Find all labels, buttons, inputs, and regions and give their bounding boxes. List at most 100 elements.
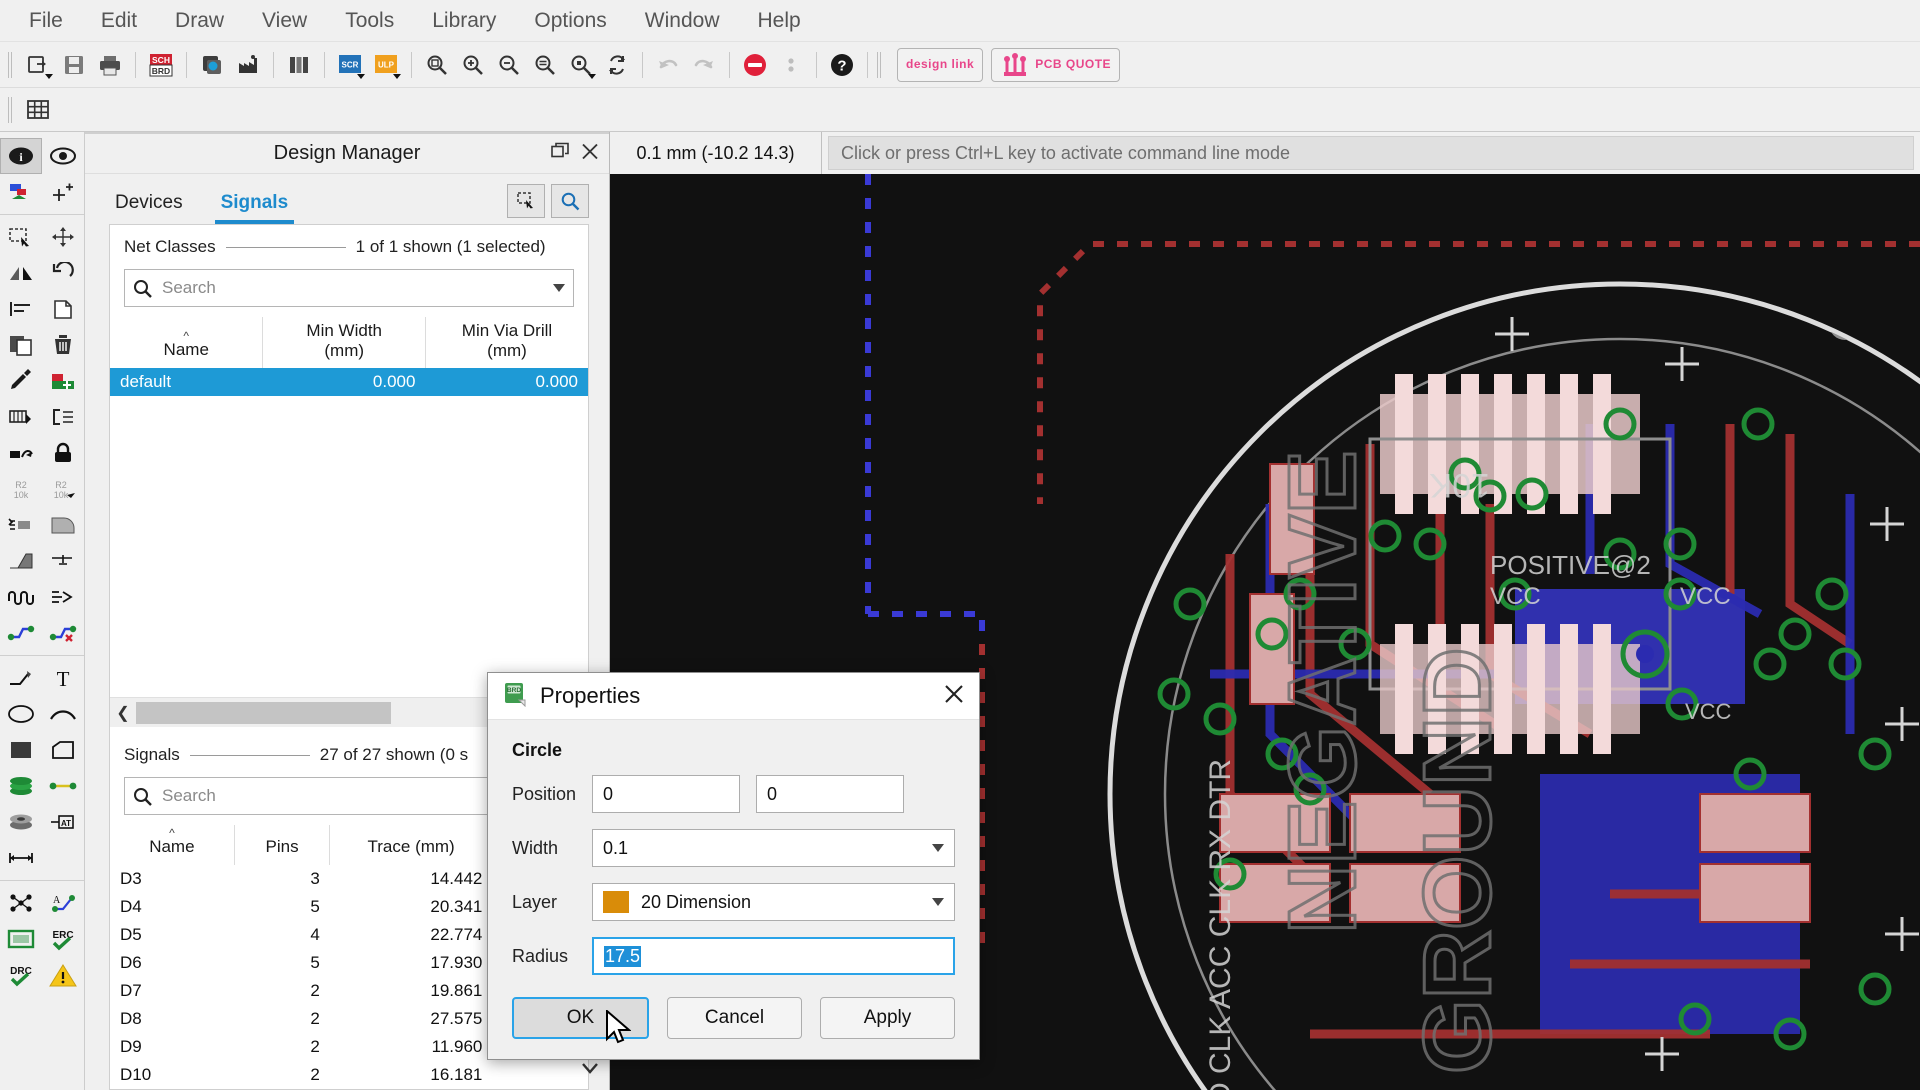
change-icon[interactable] — [0, 363, 42, 399]
search-filter-icon[interactable] — [551, 184, 589, 218]
align-icon[interactable] — [0, 291, 42, 327]
menu-item-window[interactable]: Window — [626, 5, 739, 37]
show-icon[interactable] — [42, 138, 84, 174]
split-icon[interactable] — [0, 543, 42, 579]
grid-icon[interactable] — [20, 93, 56, 127]
menu-item-options[interactable]: Options — [515, 5, 625, 37]
mark-icon[interactable] — [42, 174, 84, 210]
print-icon[interactable] — [92, 48, 128, 82]
layers-icon[interactable] — [194, 48, 230, 82]
column-header-trace[interactable]: Trace (mm) — [329, 825, 493, 865]
menu-item-draw[interactable]: Draw — [156, 5, 243, 37]
attribute-icon[interactable]: R2 10k — [42, 471, 84, 507]
close-icon[interactable] — [943, 683, 965, 710]
add-part-icon[interactable] — [42, 363, 84, 399]
dimension-icon[interactable] — [0, 840, 42, 876]
drc-icon[interactable]: DRC — [0, 957, 42, 993]
menu-item-file[interactable]: File — [10, 5, 82, 37]
close-icon[interactable] — [581, 142, 599, 165]
layer-dropdown[interactable]: 20 Dimension — [592, 883, 955, 921]
copy-icon[interactable] — [42, 291, 84, 327]
undo-icon[interactable] — [650, 48, 686, 82]
optimize-icon[interactable] — [42, 543, 84, 579]
zoom-in-icon[interactable] — [455, 48, 491, 82]
display-layers-icon[interactable] — [0, 174, 42, 210]
cam-processor-icon[interactable] — [230, 48, 266, 82]
scroll-left-icon[interactable]: ❮ — [110, 703, 136, 723]
toolbar-drag-handle-2[interactable] — [877, 51, 883, 78]
chevron-down-icon[interactable] — [553, 284, 565, 292]
rectangle-icon[interactable] — [0, 732, 42, 768]
replace-icon[interactable] — [0, 399, 42, 435]
menu-item-view[interactable]: View — [243, 5, 326, 37]
board-outline-icon[interactable] — [0, 921, 42, 957]
refresh-icon[interactable] — [599, 48, 635, 82]
lock-icon[interactable] — [42, 435, 84, 471]
radius-input[interactable]: 17.5 — [592, 937, 955, 975]
menu-item-tools[interactable]: Tools — [326, 5, 413, 37]
chevron-down-icon[interactable] — [932, 844, 944, 852]
round-icon[interactable] — [42, 507, 84, 543]
smash-icon[interactable] — [0, 435, 42, 471]
ratsnest-icon[interactable] — [42, 579, 84, 615]
tab-devices[interactable]: Devices — [109, 192, 189, 224]
erc-icon[interactable]: ERC — [42, 921, 84, 957]
restore-icon[interactable] — [551, 142, 569, 165]
scrollbar-thumb[interactable] — [136, 701, 391, 724]
position-y-input[interactable]: 0 — [756, 775, 904, 813]
apply-button[interactable]: Apply — [820, 997, 955, 1039]
wire-icon[interactable] — [0, 660, 42, 696]
zoom-select-icon[interactable] — [527, 48, 563, 82]
column-header-name[interactable]: ^ Name — [110, 825, 235, 865]
library-icon[interactable] — [281, 48, 317, 82]
cancel-button[interactable]: Cancel — [667, 997, 802, 1039]
zoom-fit-icon[interactable] — [419, 48, 455, 82]
command-line-input[interactable]: Click or press Ctrl+L key to activate co… — [828, 136, 1914, 170]
via-icon[interactable] — [0, 768, 42, 804]
route-icon[interactable] — [0, 615, 42, 651]
text-icon[interactable]: T — [42, 660, 84, 696]
warning-icon[interactable] — [42, 957, 84, 993]
autorouter-icon[interactable] — [0, 885, 42, 921]
stop-icon[interactable] — [737, 48, 773, 82]
select-filter-icon[interactable] — [507, 184, 545, 218]
open-project-icon[interactable] — [20, 48, 56, 82]
name-icon[interactable] — [42, 399, 84, 435]
info-icon[interactable]: i — [0, 138, 42, 174]
zoom-redraw-icon[interactable] — [563, 48, 599, 82]
polygon-icon[interactable] — [42, 732, 84, 768]
column-header-pins[interactable]: Pins — [234, 825, 331, 865]
menu-item-help[interactable]: Help — [739, 5, 820, 37]
menu-item-library[interactable]: Library — [413, 5, 515, 37]
signal-icon[interactable] — [42, 768, 84, 804]
redo-icon[interactable] — [686, 48, 722, 82]
pcb-quote-button[interactable]: PCB QUOTE — [991, 47, 1121, 82]
column-header-name[interactable]: ^ Name — [110, 317, 264, 369]
mirror-icon[interactable] — [0, 255, 42, 291]
design-link-button[interactable]: design link — [897, 47, 984, 82]
table-row[interactable]: default 0.000 0.000 — [110, 368, 588, 397]
chevron-down-icon[interactable] — [932, 898, 944, 906]
group-icon[interactable] — [0, 219, 42, 255]
width-dropdown[interactable]: 0.1 — [592, 829, 955, 867]
ripup-icon[interactable] — [42, 615, 84, 651]
menu-item-edit[interactable]: Edit — [82, 5, 156, 37]
text-pad-icon[interactable]: AT — [42, 804, 84, 840]
toolbar2-drag-handle[interactable] — [8, 96, 14, 123]
save-icon[interactable] — [56, 48, 92, 82]
rotate-icon[interactable] — [42, 255, 84, 291]
value-icon[interactable]: R2 10k — [0, 471, 42, 507]
help-icon[interactable]: ? — [824, 48, 860, 82]
miter-icon[interactable] — [0, 507, 42, 543]
ulp-icon[interactable]: ULP — [368, 48, 404, 82]
sch-brd-switch-icon[interactable]: SCH BRD — [143, 48, 179, 82]
delete-icon[interactable] — [42, 327, 84, 363]
column-header-min-via-drill[interactable]: Min Via Drill (mm) — [425, 317, 588, 368]
column-header-min-width[interactable]: Min Width (mm) — [262, 317, 426, 369]
move-icon[interactable] — [42, 219, 84, 255]
script-icon[interactable]: SCR — [332, 48, 368, 82]
zoom-out-icon[interactable] — [491, 48, 527, 82]
table-row[interactable]: D10 2 16.181 — [110, 1061, 588, 1089]
toolbar-drag-handle[interactable] — [8, 51, 14, 78]
tab-signals[interactable]: Signals — [214, 192, 295, 224]
